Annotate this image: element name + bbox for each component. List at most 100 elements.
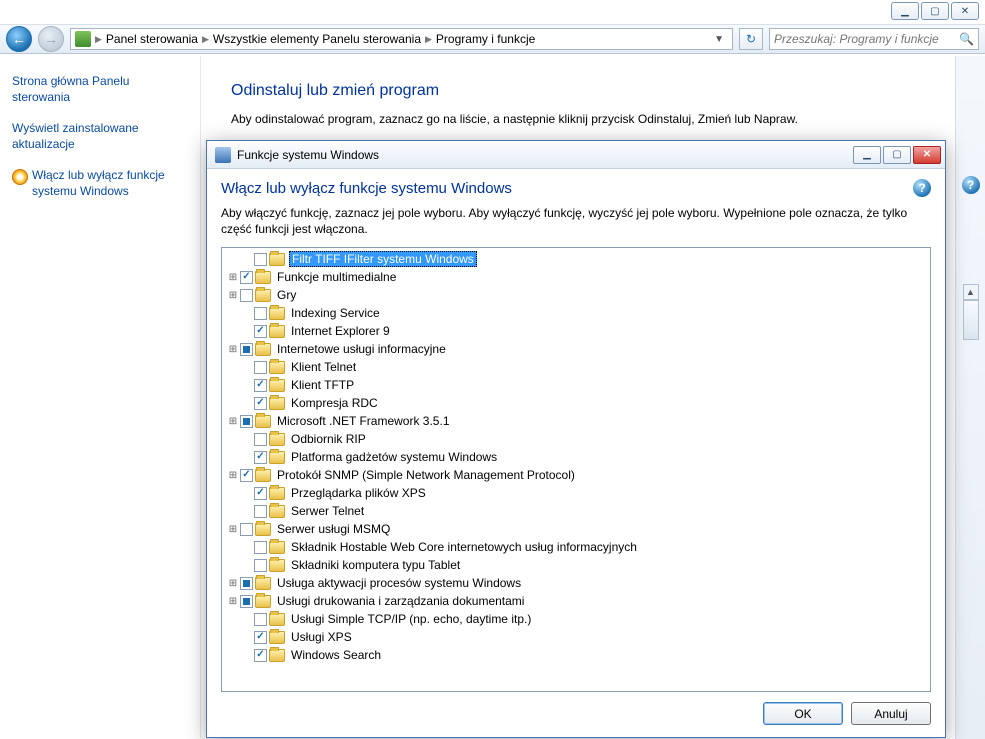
window-maximize-button[interactable]: ▢ [921, 2, 949, 20]
feature-checkbox[interactable] [254, 379, 267, 392]
feature-tree-item[interactable]: Indexing Service [222, 304, 930, 322]
feature-checkbox[interactable] [254, 325, 267, 338]
folder-icon [255, 415, 271, 428]
folder-icon [269, 487, 285, 500]
dialog-minimize-button[interactable]: ▁ [853, 146, 881, 164]
tree-expander-icon[interactable]: ⊞ [226, 272, 240, 283]
breadcrumb-item[interactable]: Wszystkie elementy Panelu sterowania [213, 32, 421, 46]
feature-checkbox[interactable] [254, 649, 267, 662]
feature-tree-item[interactable]: Windows Search [222, 646, 930, 664]
feature-checkbox[interactable] [240, 343, 253, 356]
ok-button[interactable]: OK [763, 702, 843, 725]
folder-icon [269, 559, 285, 572]
refresh-button[interactable]: ↻ [739, 28, 763, 50]
feature-tree-item[interactable]: ⊞Usługa aktywacji procesów systemu Windo… [222, 574, 930, 592]
tree-expander-icon[interactable]: ⊞ [226, 290, 240, 301]
sidebar-link-updates[interactable]: Wyświetl zainstalowane aktualizacje [12, 121, 188, 152]
folder-icon [255, 595, 271, 608]
feature-checkbox[interactable] [254, 541, 267, 554]
feature-tree-item[interactable]: Filtr TIFF IFilter systemu Windows [222, 250, 930, 268]
window-minimize-button[interactable]: ▁ [891, 2, 919, 20]
nav-back-button[interactable]: ← [6, 26, 32, 52]
feature-tree-item[interactable]: Klient TFTP [222, 376, 930, 394]
feature-checkbox[interactable] [254, 307, 267, 320]
feature-label: Gry [275, 288, 298, 302]
folder-icon [269, 361, 285, 374]
feature-checkbox[interactable] [254, 613, 267, 626]
feature-checkbox[interactable] [240, 469, 253, 482]
sidebar-link-home[interactable]: Strona główna Panelu sterowania [12, 74, 188, 105]
feature-checkbox[interactable] [240, 271, 253, 284]
feature-tree-item[interactable]: Kompresja RDC [222, 394, 930, 412]
breadcrumb-item[interactable]: Programy i funkcje [436, 32, 535, 46]
feature-label: Usługi XPS [289, 630, 354, 644]
feature-checkbox[interactable] [240, 289, 253, 302]
feature-checkbox[interactable] [240, 523, 253, 536]
feature-label: Klient Telnet [289, 360, 358, 374]
folder-icon [255, 469, 271, 482]
scroll-up-button[interactable]: ▲ [963, 284, 979, 300]
feature-checkbox[interactable] [254, 505, 267, 518]
help-icon[interactable]: ? [962, 176, 980, 194]
dialog-titlebar[interactable]: Funkcje systemu Windows ▁ ▢ ✕ [207, 141, 945, 169]
feature-checkbox[interactable] [254, 631, 267, 644]
search-icon[interactable]: 🔍 [959, 32, 974, 46]
tree-expander-icon[interactable]: ⊞ [226, 344, 240, 355]
breadcrumb-dropdown[interactable]: ▼ [710, 34, 728, 45]
tree-expander-icon[interactable]: ⊞ [226, 470, 240, 481]
window-close-button[interactable]: ✕ [951, 2, 979, 20]
feature-checkbox[interactable] [240, 595, 253, 608]
feature-tree-item[interactable]: ⊞Internetowe usługi informacyjne [222, 340, 930, 358]
dialog-close-button[interactable]: ✕ [913, 146, 941, 164]
page-description: Aby odinstalować program, zaznacz go na … [231, 112, 935, 126]
feature-checkbox[interactable] [254, 253, 267, 266]
feature-tree-item[interactable]: Serwer Telnet [222, 502, 930, 520]
folder-icon [269, 649, 285, 662]
feature-tree-item[interactable]: Internet Explorer 9 [222, 322, 930, 340]
breadcrumb-field[interactable]: ▶ Panel sterowania ▶ Wszystkie elementy … [70, 28, 733, 50]
feature-tree-item[interactable]: ⊞Usługi drukowania i zarządzania dokumen… [222, 592, 930, 610]
feature-checkbox[interactable] [254, 451, 267, 464]
feature-tree-item[interactable]: Przeglądarka plików XPS [222, 484, 930, 502]
scroll-thumb[interactable] [963, 300, 979, 340]
feature-tree-item[interactable]: Klient Telnet [222, 358, 930, 376]
cancel-button[interactable]: Anuluj [851, 702, 931, 725]
chevron-right-icon: ▶ [95, 34, 102, 45]
feature-tree-item[interactable]: Platforma gadżetów systemu Windows [222, 448, 930, 466]
feature-label: Serwer Telnet [289, 504, 366, 518]
feature-tree-item[interactable]: ⊞Microsoft .NET Framework 3.5.1 [222, 412, 930, 430]
feature-checkbox[interactable] [254, 433, 267, 446]
feature-tree-item[interactable]: Składniki komputera typu Tablet [222, 556, 930, 574]
feature-checkbox[interactable] [240, 577, 253, 590]
features-tree[interactable]: Filtr TIFF IFilter systemu Windows⊞Funkc… [221, 247, 931, 692]
feature-tree-item[interactable]: Usługi Simple TCP/IP (np. echo, daytime … [222, 610, 930, 628]
nav-forward-button[interactable]: → [38, 26, 64, 52]
feature-checkbox[interactable] [254, 487, 267, 500]
dialog-help-icon[interactable]: ? [913, 179, 931, 197]
feature-tree-item[interactable]: ⊞Funkcje multimedialne [222, 268, 930, 286]
dialog-body: Włącz lub wyłącz funkcje systemu Windows… [207, 169, 945, 692]
feature-tree-item[interactable]: ⊞Protokół SNMP (Simple Network Managemen… [222, 466, 930, 484]
feature-checkbox[interactable] [254, 361, 267, 374]
feature-tree-item[interactable]: ⊞Serwer usługi MSMQ [222, 520, 930, 538]
folder-icon [269, 433, 285, 446]
tree-expander-icon[interactable]: ⊞ [226, 578, 240, 589]
window-controls: ▁ ▢ ✕ [891, 2, 979, 20]
search-field[interactable]: 🔍 [769, 28, 979, 50]
folder-icon [269, 505, 285, 518]
feature-tree-item[interactable]: Składnik Hostable Web Core internetowych… [222, 538, 930, 556]
tree-expander-icon[interactable]: ⊞ [226, 524, 240, 535]
feature-tree-item[interactable]: Odbiornik RIP [222, 430, 930, 448]
feature-tree-item[interactable]: Usługi XPS [222, 628, 930, 646]
dialog-maximize-button[interactable]: ▢ [883, 146, 911, 164]
tree-expander-icon[interactable]: ⊞ [226, 416, 240, 427]
feature-checkbox[interactable] [254, 397, 267, 410]
breadcrumb-item[interactable]: Panel sterowania [106, 32, 198, 46]
search-input[interactable] [774, 32, 959, 46]
feature-tree-item[interactable]: ⊞ Gry [222, 286, 930, 304]
feature-checkbox[interactable] [254, 559, 267, 572]
tree-expander-icon[interactable]: ⊞ [226, 596, 240, 607]
sidebar-link-features[interactable]: Włącz lub wyłącz funkcje systemu Windows [12, 168, 188, 199]
dialog-title-icon [215, 147, 231, 163]
feature-checkbox[interactable] [240, 415, 253, 428]
